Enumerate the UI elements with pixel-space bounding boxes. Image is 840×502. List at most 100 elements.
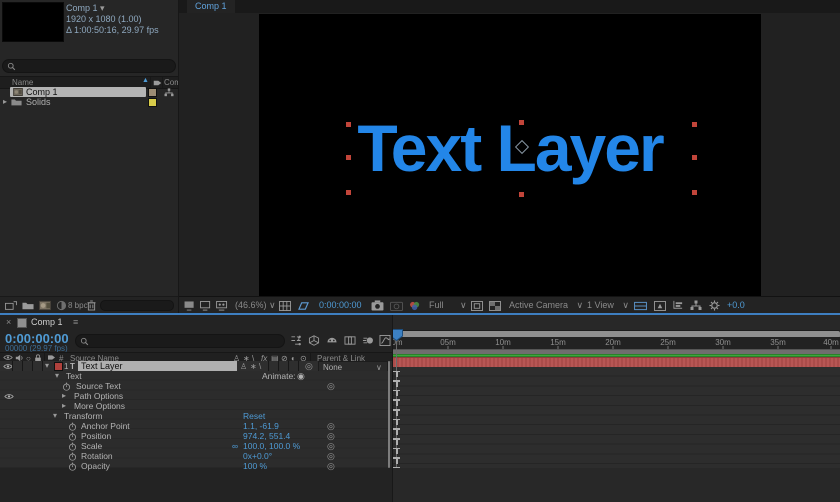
comp-info-caret-icon[interactable]: ▾ <box>100 3 105 13</box>
label-color-swatch[interactable] <box>148 98 157 107</box>
property-label[interactable]: Rotation <box>81 451 113 461</box>
project-item-name[interactable]: Comp 1 <box>26 87 58 97</box>
comp-info-name[interactable]: Comp 1 <box>66 3 98 13</box>
property-row-rotation[interactable]: Rotation 0x+0.0° ◎ <box>0 451 393 461</box>
eye-column-icon[interactable] <box>3 354 13 361</box>
pickwhip-icon[interactable]: ◎ <box>327 451 335 461</box>
stopwatch-icon[interactable] <box>68 452 77 461</box>
project-item-solids[interactable]: ▸ Solids <box>0 97 178 107</box>
comp-mini-flowchart-icon[interactable] <box>290 335 302 346</box>
reset-exposure-icon[interactable] <box>709 300 720 311</box>
property-label[interactable]: Scale <box>81 441 102 451</box>
viewer-tab-comp1[interactable]: Comp 1 <box>187 0 235 13</box>
property-label[interactable]: Source Text <box>76 381 121 391</box>
resolution-select[interactable]: Full ∨ <box>429 297 467 314</box>
scale-link-icon[interactable]: ∞ <box>232 441 238 451</box>
group-row-transform[interactable]: ▾ Transform Reset <box>0 411 393 421</box>
group-row-text[interactable]: ▾ Text Animate: ◉ <box>0 371 393 381</box>
label-column-icon[interactable] <box>47 354 56 361</box>
group-label[interactable]: Text <box>66 371 82 381</box>
delete-trash-icon[interactable] <box>87 300 96 311</box>
project-item-comp[interactable]: Comp 1 <box>0 87 178 97</box>
grid-guides-icon[interactable] <box>279 301 291 311</box>
label-color-swatch[interactable] <box>148 88 157 97</box>
project-item-name[interactable]: Solids <box>26 97 51 107</box>
selection-handle[interactable] <box>692 190 697 195</box>
preview-time-button[interactable]: 0:00:00:00 <box>319 297 362 314</box>
stopwatch-icon[interactable] <box>68 442 77 451</box>
selection-handle[interactable] <box>519 192 524 197</box>
property-row-scale[interactable]: Scale ∞ 100.0, 100.0 % ◎ <box>0 441 393 451</box>
transparency-grid-icon[interactable] <box>489 301 501 311</box>
property-value[interactable]: 974.2, 551.4 <box>243 431 290 441</box>
selection-handle[interactable] <box>692 155 697 160</box>
mask-visibility-icon[interactable] <box>297 301 310 311</box>
always-preview-icon[interactable] <box>184 301 196 311</box>
property-value[interactable]: 100.0, 100.0 % <box>243 441 300 451</box>
primary-viewer-icon[interactable] <box>200 301 212 311</box>
layer-color-swatch[interactable] <box>54 362 63 371</box>
timeline-tab-label[interactable]: Comp 1 <box>31 317 63 327</box>
property-row-opacity[interactable]: Opacity 100 % ◎ <box>0 461 393 471</box>
hide-shy-layers-icon[interactable] <box>326 335 338 346</box>
show-channel-icon[interactable] <box>409 301 422 311</box>
timeline-panel-icon[interactable] <box>672 300 684 311</box>
group-row-more-options[interactable]: ▸ More Options <box>0 401 393 411</box>
project-scrollbar-thumb[interactable] <box>100 300 174 311</box>
layer-expand-caret-icon[interactable]: ▾ <box>45 361 49 371</box>
show-snapshot-icon[interactable] <box>390 300 403 311</box>
frame-blending-icon[interactable] <box>344 335 356 346</box>
bit-depth-button[interactable]: 8 bpc <box>68 301 88 310</box>
property-label[interactable]: Position <box>81 431 111 441</box>
adjustment-icon[interactable] <box>56 300 67 311</box>
selection-handle[interactable] <box>346 155 351 160</box>
property-value[interactable]: 0x+0.0° <box>243 451 272 461</box>
pixel-aspect-correction-icon[interactable] <box>634 301 647 311</box>
magnification-select[interactable]: (46.6%) ∨ <box>235 297 276 314</box>
selection-handle[interactable] <box>346 190 351 195</box>
project-search-input[interactable] <box>2 59 176 73</box>
group-row-path-options[interactable]: ▸ Path Options <box>0 391 393 401</box>
panel-menu-icon[interactable]: ≡ <box>73 317 78 327</box>
layer-shy-switch[interactable]: ♙ <box>240 362 247 371</box>
column-comment[interactable]: Comment <box>164 78 178 87</box>
layer-quality-switch[interactable]: \ <box>259 362 261 371</box>
playhead[interactable] <box>393 329 403 341</box>
group-caret-icon[interactable]: ▸ <box>62 401 66 411</box>
group-label[interactable]: More Options <box>74 401 125 411</box>
parent-pickwhip-icon[interactable]: ◎ <box>305 361 313 371</box>
new-composition-icon[interactable] <box>39 300 51 311</box>
animate-button-icon[interactable]: ◉ <box>297 371 305 381</box>
property-row-source-text[interactable]: Source Text ◎ <box>0 381 393 391</box>
comp-flowchart-icon[interactable] <box>690 300 702 311</box>
view-layout-select[interactable]: 1 View ∨ <box>587 297 629 314</box>
layer-row[interactable]: ▾ 1 T Text Layer ♙ ∗ \ ◎ None ∨ <box>0 361 393 373</box>
expand-caret-icon[interactable]: ▸ <box>3 97 7 107</box>
property-value[interactable]: 100 % <box>243 461 267 471</box>
layer-name-selected[interactable]: Text Layer <box>78 361 237 371</box>
group-caret-icon[interactable]: ▾ <box>53 411 57 421</box>
property-label[interactable]: Opacity <box>81 461 110 471</box>
property-row-anchor-point[interactable]: Anchor Point 1.1, -61.9 ◎ <box>0 421 393 431</box>
composition-canvas[interactable]: Text Layer <box>259 14 761 296</box>
new-folder-icon[interactable] <box>22 301 34 310</box>
region-of-interest-icon[interactable] <box>471 301 483 311</box>
label-column-icon[interactable] <box>153 79 162 87</box>
selection-handle[interactable] <box>692 122 697 127</box>
motion-blur-icon[interactable] <box>362 335 374 346</box>
snapshot-camera-icon[interactable] <box>371 300 384 311</box>
graph-editor-icon[interactable] <box>379 335 391 346</box>
pickwhip-icon[interactable]: ◎ <box>327 431 335 441</box>
column-name[interactable]: Name <box>12 78 33 87</box>
stopwatch-icon[interactable] <box>68 432 77 441</box>
active-camera-select[interactable]: Active Camera ∨ <box>509 297 583 314</box>
interpret-footage-icon[interactable] <box>5 301 17 310</box>
group-label[interactable]: Path Options <box>74 391 123 401</box>
canvas-text-layer[interactable]: Text Layer <box>259 110 761 186</box>
sort-ascending-icon[interactable]: ▲ <box>142 77 149 84</box>
timeline-search-input[interactable] <box>75 334 285 348</box>
pickwhip-icon[interactable]: ◎ <box>327 421 335 431</box>
selection-handle[interactable] <box>346 122 351 127</box>
eye-icon[interactable] <box>4 393 14 400</box>
exposure-value[interactable]: +0.0 <box>727 297 745 314</box>
